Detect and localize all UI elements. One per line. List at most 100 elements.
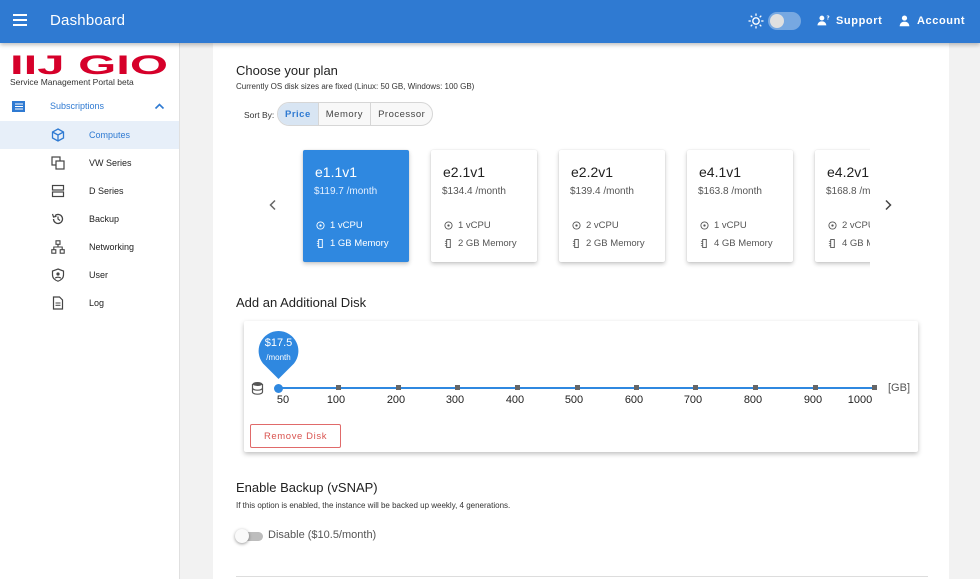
plan-cpu-label: 2 vCPU <box>842 220 870 231</box>
slider-tick-label: 900 <box>803 394 823 406</box>
slider-tick <box>634 385 639 390</box>
backup-heading: Enable Backup (vSNAP) <box>236 480 378 495</box>
sidebar-item-computes[interactable]: Computes <box>0 121 179 149</box>
list-icon <box>12 101 25 112</box>
disk-size-slider-thumb[interactable] <box>274 384 283 393</box>
plan-cpu: 2 vCPU <box>828 220 870 231</box>
sidebar-item-label: D Series <box>89 186 124 196</box>
cpu-icon <box>316 221 325 230</box>
plan-card-e1-1v1[interactable]: e1.1v1 $119.7 /month 1 vCPU 1 GB Memory <box>303 150 409 262</box>
memory-icon <box>572 239 579 248</box>
support-button[interactable]: ? Support <box>817 14 882 27</box>
account-button[interactable]: Account <box>898 14 965 27</box>
slider-tick-label: 600 <box>624 394 644 406</box>
server-icon <box>51 184 65 198</box>
brightness-icon <box>748 13 764 29</box>
plan-cpu: 1 vCPU <box>444 220 491 231</box>
plan-name: e2.1v1 <box>443 164 486 180</box>
sort-processor-button[interactable]: Processor <box>371 103 432 125</box>
slider-tick <box>813 385 818 390</box>
toggle-knob <box>235 529 249 543</box>
plan-price-amount: $139.4 <box>570 186 601 197</box>
shield-user-icon <box>51 268 65 282</box>
sidebar-item-label: Computes <box>89 130 131 140</box>
memory-icon <box>316 239 323 248</box>
plan-card-e4-1v1[interactable]: e4.1v1 $163.8 /month 1 vCPU 4 GB Memory <box>687 150 793 262</box>
backup-toggle-label: Disable ($10.5/month) <box>268 529 377 541</box>
slider-tick <box>753 385 758 390</box>
sidebar-item-user[interactable]: User <box>0 261 179 289</box>
additional-disk-heading: Add an Additional Disk <box>236 295 367 310</box>
memory-icon <box>700 239 707 248</box>
plan-cpu: 1 vCPU <box>700 220 747 231</box>
plan-memory: 4 GB Memory <box>700 238 773 249</box>
plan-price-unit: /month <box>731 186 762 197</box>
dark-mode-toggle[interactable] <box>768 12 801 30</box>
backup-toggle[interactable] <box>235 529 263 543</box>
plan-memory: 4 GB Memory <box>828 238 870 249</box>
plan-card-e4-2v1[interactable]: e4.2v1 $168.8 /month 2 vCPU 4 GB Memory <box>815 150 870 262</box>
plan-price-amount: $119.7 <box>314 186 344 197</box>
account-icon <box>899 15 910 27</box>
disk-price-tooltip: $17.5 /month <box>257 330 300 380</box>
subscriptions-label: Subscriptions <box>50 101 105 111</box>
divider <box>236 576 928 577</box>
plan-price-amount: $168.8 <box>826 186 857 197</box>
remove-disk-button[interactable]: Remove Disk <box>250 424 341 448</box>
sort-toggle-group: Price Memory Processor <box>277 102 434 126</box>
support-icon: ? <box>817 15 830 26</box>
app-bar: Dashboard ? Support Account <box>0 0 980 43</box>
plan-memory: 2 GB Memory <box>572 238 645 249</box>
plan-cpu: 1 vCPU <box>316 220 363 231</box>
disk-size-note: Currently OS disk sizes are fixed (Linux… <box>236 82 475 91</box>
logo-tagline: Service Management Portal beta <box>10 77 134 87</box>
sort-memory-button[interactable]: Memory <box>319 103 372 125</box>
plan-name: e4.2v1 <box>827 164 870 180</box>
plan-card-e2-1v1[interactable]: e2.1v1 $134.4 /month 1 vCPU 2 GB Memory <box>431 150 537 262</box>
hamburger-menu-icon[interactable] <box>10 11 30 31</box>
chevron-left-icon[interactable] <box>268 199 278 211</box>
backup-icon <box>51 213 64 225</box>
plan-price-unit: /month <box>859 186 870 197</box>
slider-tick <box>872 385 877 390</box>
plan-cpu-label: 1 vCPU <box>714 220 747 231</box>
disk-unit-label: [GB] <box>888 382 911 394</box>
disk-price-unit: /month <box>266 353 291 362</box>
plan-card-e2-2v1[interactable]: e2.2v1 $139.4 /month 2 vCPU 2 GB Memory <box>559 150 665 262</box>
iij-gio-logo: IIJ GIO <box>10 54 168 76</box>
support-label: Support <box>836 14 883 27</box>
sort-price-button[interactable]: Price <box>278 103 319 125</box>
slider-tick-label: 200 <box>386 394 406 406</box>
subscriptions-group[interactable]: Subscriptions <box>0 96 179 118</box>
slider-tick-label: 1000 <box>847 394 873 406</box>
plan-memory-label: 1 GB Memory <box>330 238 389 249</box>
slider-tick-label: 50 <box>276 394 290 406</box>
plan-price: $134.4 /month <box>442 186 506 197</box>
database-icon <box>251 382 264 395</box>
slider-tick <box>693 385 698 390</box>
sidebar-item-networking[interactable]: Networking <box>0 233 179 261</box>
document-icon <box>52 296 64 310</box>
cpu-icon <box>828 221 837 230</box>
svg-text:IIJ GIO: IIJ GIO <box>10 54 168 76</box>
backup-description: If this option is enabled, the instance … <box>236 501 511 510</box>
plan-name: e1.1v1 <box>315 164 358 180</box>
slider-tick <box>515 385 520 390</box>
copy-icon <box>51 156 65 170</box>
sidebar-item-backup[interactable]: Backup <box>0 205 179 233</box>
toggle-knob <box>770 14 784 28</box>
plan-price-amount: $134.4 <box>442 186 473 197</box>
sidebar-item-label: Log <box>89 298 105 308</box>
chevron-right-icon[interactable] <box>883 199 893 211</box>
plan-price-unit: /month <box>603 186 634 197</box>
plan-price-unit: /month <box>346 186 378 197</box>
sidebar-item-label: User <box>89 270 109 280</box>
sidebar-item-vw-series[interactable]: VW Series <box>0 149 179 177</box>
sidebar-item-log[interactable]: Log <box>0 289 179 317</box>
sidebar-item-label: Networking <box>89 242 135 252</box>
svg-text:?: ? <box>826 16 830 22</box>
sidebar-item-d-series[interactable]: D Series <box>0 177 179 205</box>
choose-plan-heading: Choose your plan <box>236 63 338 78</box>
disk-price-amount: $17.5 <box>264 337 293 349</box>
plan-cpu: 2 vCPU <box>572 220 619 231</box>
